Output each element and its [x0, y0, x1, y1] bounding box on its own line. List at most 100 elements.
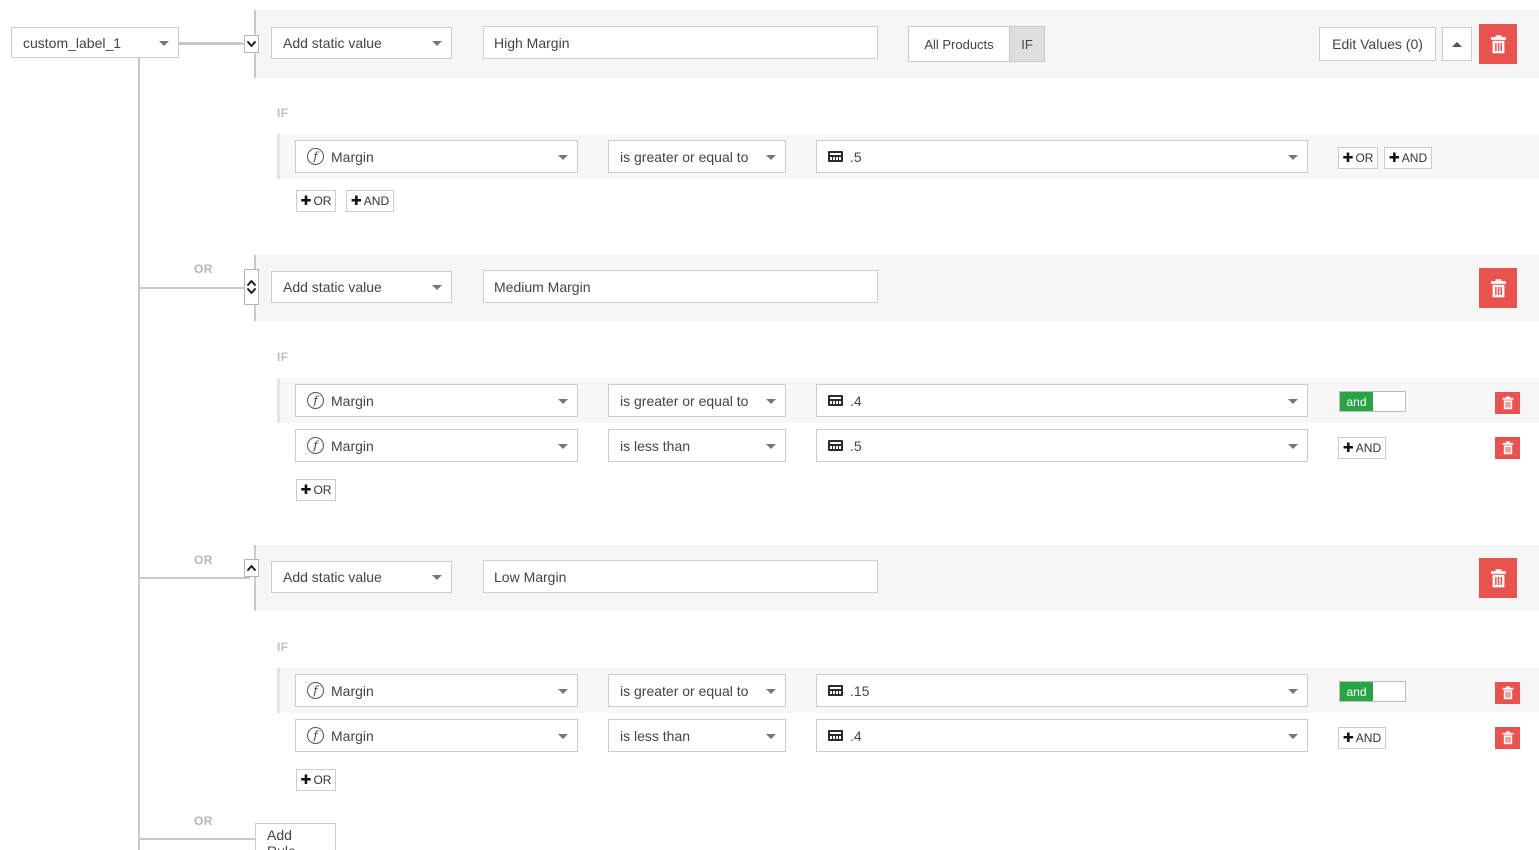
if-label-1: IF [277, 106, 288, 120]
add-or-group-button-2[interactable]: OR [296, 479, 336, 501]
caret-down-icon [432, 575, 442, 580]
condition-value-input-2-1[interactable]: .4 [816, 384, 1308, 417]
or-connector-label-3: OR [194, 814, 213, 828]
caret-down-icon [558, 689, 568, 694]
condition-operator-selector-3-2[interactable]: is less than [608, 719, 786, 752]
condition-operator-label-2-2: is less than [620, 438, 690, 454]
add-and-label: AND [1356, 441, 1381, 455]
collapse-rule-button-1[interactable] [1442, 27, 1472, 61]
condition-field-label-3-2: Margin [331, 728, 374, 744]
add-or-group-button-1[interactable]: OR [296, 190, 336, 212]
condition-accent-2 [277, 378, 280, 423]
keyboard-icon [828, 730, 843, 741]
scope-if-segment[interactable]: IF [1009, 27, 1044, 61]
edit-values-button[interactable]: Edit Values (0) [1319, 27, 1436, 61]
add-and-label: AND [1402, 151, 1427, 165]
delete-rule-button-2[interactable] [1479, 268, 1517, 308]
and-toggle-off-segment[interactable] [1373, 682, 1405, 701]
rule-reorder-spinner-2[interactable] [244, 269, 259, 305]
or-connector-label-1: OR [194, 262, 213, 276]
condition-value-input-3-1[interactable]: .15 [816, 674, 1308, 707]
rule-reorder-spinner-1[interactable] [244, 35, 259, 53]
field-selector-value: custom_label_1 [23, 35, 121, 51]
trash-icon [1502, 396, 1514, 410]
caret-down-icon [558, 399, 568, 404]
condition-field-label-2-2: Margin [331, 438, 374, 454]
and-toggle-label: and [1346, 685, 1366, 699]
and-toggle-on-segment[interactable]: and [1340, 682, 1373, 701]
function-icon: f [307, 437, 324, 454]
caret-down-icon [1288, 399, 1298, 404]
rule-reorder-spinner-3[interactable] [244, 559, 259, 577]
tree-branch-line-add-rule [138, 838, 260, 840]
condition-operator-selector-1-1[interactable]: is greater or equal to [608, 140, 786, 173]
keyboard-icon [828, 395, 843, 406]
tree-branch-line-rule-2 [138, 287, 250, 289]
rule-label-input-2[interactable]: Medium Margin [483, 270, 878, 303]
condition-operator-selector-2-2[interactable]: is less than [608, 429, 786, 462]
delete-condition-button-3-2[interactable] [1495, 727, 1520, 749]
and-toggle-3-1[interactable]: and [1339, 681, 1406, 702]
condition-field-selector-2-2[interactable]: f Margin [295, 429, 578, 462]
add-or-group-button-3[interactable]: OR [296, 769, 336, 791]
or-connector-label-2: OR [194, 553, 213, 567]
and-toggle-on-segment[interactable]: and [1340, 392, 1373, 411]
condition-value-label-3-2: .4 [850, 728, 862, 744]
delete-condition-button-2-2[interactable] [1495, 437, 1520, 459]
condition-value-input-2-2[interactable]: .5 [816, 429, 1308, 462]
chevron-up-icon[interactable] [247, 279, 256, 287]
condition-field-selector-1-1[interactable]: f Margin [295, 140, 578, 173]
trash-icon [1490, 279, 1507, 298]
condition-accent-3 [277, 668, 280, 713]
add-rule-label: Add Rule [267, 827, 324, 850]
add-and-label: AND [364, 194, 389, 208]
add-and-condition-button-2-2[interactable]: AND [1338, 437, 1386, 459]
tree-branch-line-field [178, 42, 242, 44]
rule-label-input-1[interactable]: High Margin [483, 26, 878, 59]
condition-field-label-3-1: Margin [331, 683, 374, 699]
condition-value-label-2-2: .5 [850, 438, 862, 454]
scope-toggle-1[interactable]: All Products IF [908, 26, 1045, 62]
condition-operator-label-3-2: is less than [620, 728, 690, 744]
scope-all-products-segment[interactable]: All Products [909, 27, 1009, 61]
trash-icon [1502, 686, 1514, 700]
condition-operator-selector-2-1[interactable]: is greater or equal to [608, 384, 786, 417]
condition-value-label-1-1: .5 [850, 149, 862, 165]
rule-label-input-3[interactable]: Low Margin [483, 560, 878, 593]
trash-icon [1502, 441, 1514, 455]
function-icon: f [307, 682, 324, 699]
condition-operator-selector-3-1[interactable]: is greater or equal to [608, 674, 786, 707]
value-type-selector-2[interactable]: Add static value [271, 271, 452, 303]
add-or-condition-button-1-1[interactable]: OR [1338, 147, 1378, 169]
add-and-label: AND [1356, 731, 1381, 745]
condition-accent-1 [277, 134, 280, 179]
caret-down-icon [766, 155, 776, 160]
keyboard-icon [828, 685, 843, 696]
delete-rule-button-3[interactable] [1479, 558, 1517, 598]
condition-field-selector-2-1[interactable]: f Margin [295, 384, 578, 417]
value-type-label-2: Add static value [283, 279, 382, 295]
value-type-selector-3[interactable]: Add static value [271, 561, 452, 593]
and-toggle-off-segment[interactable] [1373, 392, 1405, 411]
add-and-condition-button-3-2[interactable]: AND [1338, 727, 1386, 749]
add-rule-button[interactable]: Add Rule [255, 823, 336, 850]
field-selector[interactable]: custom_label_1 [11, 27, 179, 58]
and-toggle-2-1[interactable]: and [1339, 391, 1406, 412]
add-and-condition-button-1-1[interactable]: AND [1384, 147, 1432, 169]
delete-condition-button-3-1[interactable] [1495, 682, 1520, 704]
chevron-up-icon[interactable] [247, 564, 256, 572]
add-and-group-button-1[interactable]: AND [346, 190, 394, 212]
chevron-down-icon[interactable] [247, 287, 256, 295]
caret-down-icon [432, 41, 442, 46]
chevron-down-icon[interactable] [247, 40, 256, 48]
condition-operator-label-3-1: is greater or equal to [620, 683, 748, 699]
condition-field-selector-3-1[interactable]: f Margin [295, 674, 578, 707]
caret-up-icon [1452, 42, 1462, 47]
condition-field-selector-3-2[interactable]: f Margin [295, 719, 578, 752]
function-icon: f [307, 727, 324, 744]
condition-value-input-1-1[interactable]: .5 [816, 140, 1308, 173]
condition-value-input-3-2[interactable]: .4 [816, 719, 1308, 752]
value-type-selector-1[interactable]: Add static value [271, 27, 452, 59]
delete-rule-button-1[interactable] [1479, 24, 1517, 64]
delete-condition-button-2-1[interactable] [1495, 392, 1520, 414]
